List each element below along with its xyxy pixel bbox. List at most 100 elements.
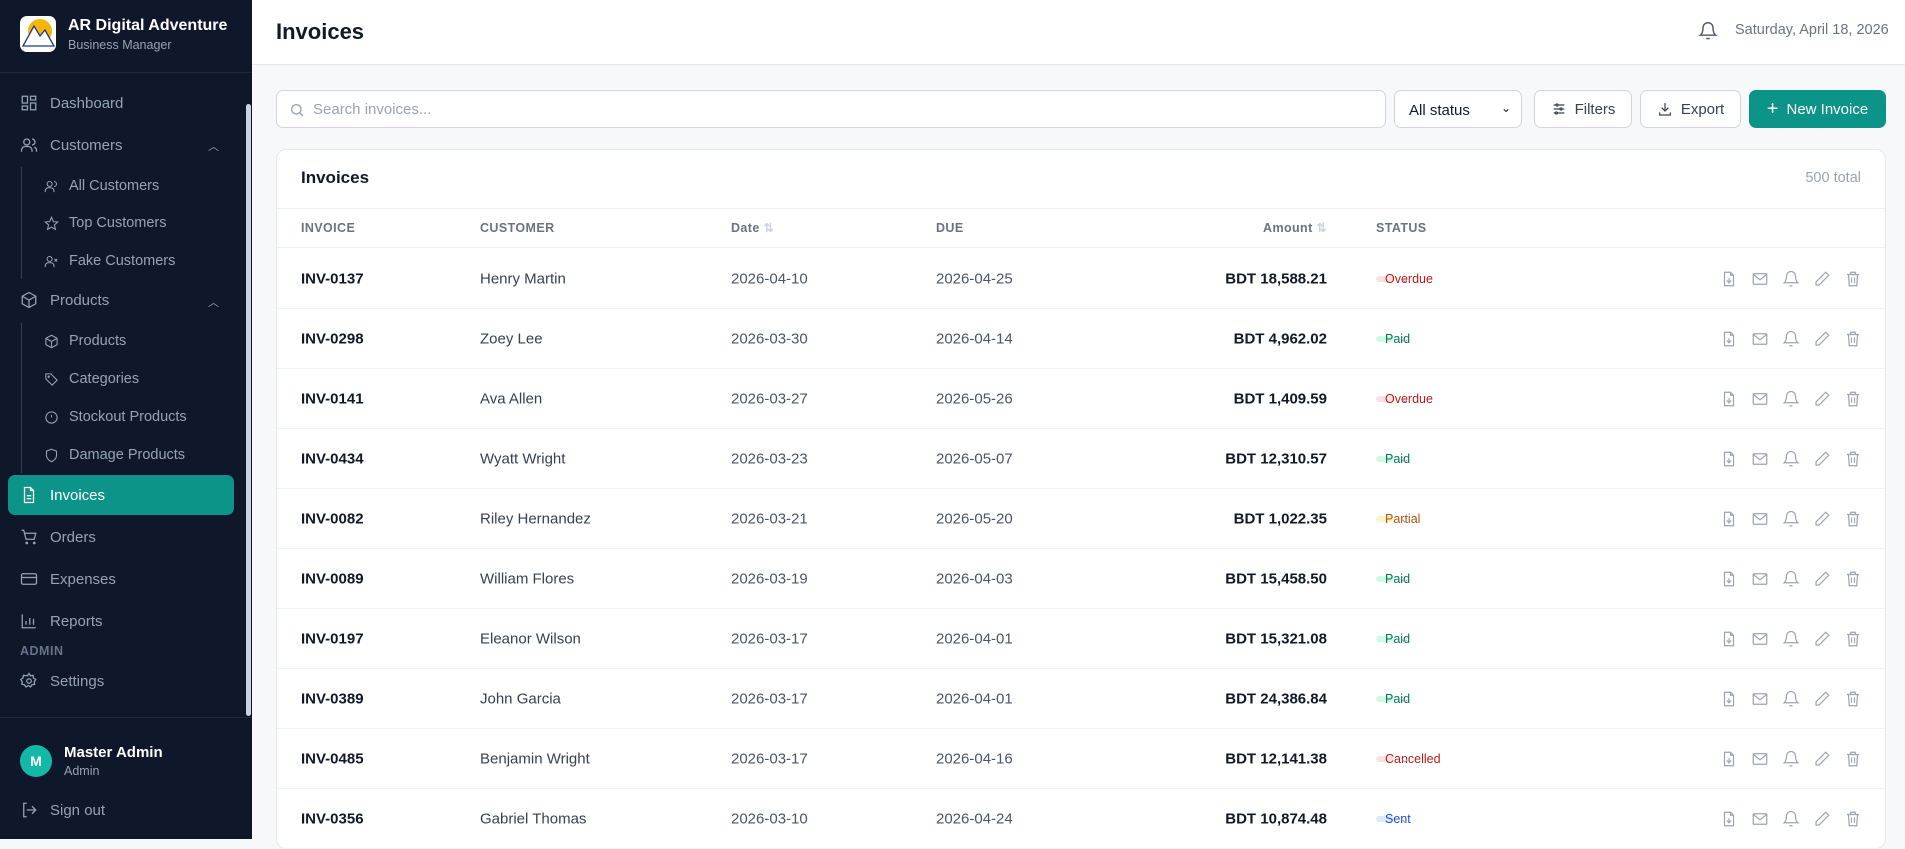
mail-icon[interactable] xyxy=(1751,390,1769,408)
download-pdf-icon[interactable] xyxy=(1720,450,1738,468)
chevron-up-icon[interactable]: ︿ xyxy=(208,294,219,310)
bell-icon[interactable] xyxy=(1782,630,1800,648)
trash-icon[interactable] xyxy=(1844,630,1862,648)
bell-icon[interactable] xyxy=(1782,810,1800,828)
bell-icon[interactable] xyxy=(1698,21,1718,41)
table-row[interactable]: INV-0089 William Flores 2026-03-19 2026-… xyxy=(277,549,1885,609)
sidebar-item-reports[interactable]: Reports xyxy=(20,609,103,633)
download-pdf-icon[interactable] xyxy=(1720,390,1738,408)
invoice-id[interactable]: INV-0356 xyxy=(301,810,364,827)
sidebar-item-damage-products[interactable]: Damage Products xyxy=(44,443,185,467)
edit-icon[interactable] xyxy=(1813,450,1831,468)
sign-out-button[interactable]: Sign out xyxy=(20,798,105,822)
sidebar-item-settings[interactable]: Settings xyxy=(20,669,104,693)
status-badge[interactable]: Paid ⌄ xyxy=(1376,331,1410,346)
edit-icon[interactable] xyxy=(1813,630,1831,648)
status-badge[interactable]: Sent ⌄ xyxy=(1376,811,1411,826)
sidebar-scrollbar[interactable] xyxy=(246,104,251,716)
download-pdf-icon[interactable] xyxy=(1720,270,1738,288)
mail-icon[interactable] xyxy=(1751,690,1769,708)
trash-icon[interactable] xyxy=(1844,510,1862,528)
filters-button[interactable]: Filters xyxy=(1534,90,1632,128)
invoice-id[interactable]: INV-0089 xyxy=(301,570,364,587)
bell-icon[interactable] xyxy=(1782,750,1800,768)
table-row[interactable]: INV-0434 Wyatt Wright 2026-03-23 2026-05… xyxy=(277,429,1885,489)
download-pdf-icon[interactable] xyxy=(1720,810,1738,828)
mail-icon[interactable] xyxy=(1751,750,1769,768)
trash-icon[interactable] xyxy=(1844,450,1862,468)
sidebar-item-fake-customers[interactable]: Fake Customers xyxy=(44,249,175,273)
download-pdf-icon[interactable] xyxy=(1720,750,1738,768)
table-row[interactable]: INV-0389 John Garcia 2026-03-17 2026-04-… xyxy=(277,669,1885,729)
status-badge[interactable]: Paid ⌄ xyxy=(1376,691,1410,706)
invoice-id[interactable]: INV-0197 xyxy=(301,630,364,647)
trash-icon[interactable] xyxy=(1844,330,1862,348)
bell-icon[interactable] xyxy=(1782,450,1800,468)
bell-icon[interactable] xyxy=(1782,570,1800,588)
bell-icon[interactable] xyxy=(1782,330,1800,348)
edit-icon[interactable] xyxy=(1813,810,1831,828)
col-date[interactable]: Date ⇅ xyxy=(731,221,774,235)
bell-icon[interactable] xyxy=(1782,270,1800,288)
mail-icon[interactable] xyxy=(1751,270,1769,288)
status-badge[interactable]: Overdue ⌄ xyxy=(1376,271,1433,286)
bell-icon[interactable] xyxy=(1782,390,1800,408)
search-input[interactable]: Search invoices... xyxy=(276,90,1386,128)
invoice-id[interactable]: INV-0082 xyxy=(301,510,364,527)
sidebar-item-stockout-products[interactable]: Stockout Products xyxy=(44,405,187,429)
download-pdf-icon[interactable] xyxy=(1720,690,1738,708)
edit-icon[interactable] xyxy=(1813,510,1831,528)
table-row[interactable]: INV-0141 Ava Allen 2026-03-27 2026-05-26… xyxy=(277,369,1885,429)
sidebar-item-categories[interactable]: Categories xyxy=(44,367,139,391)
mail-icon[interactable] xyxy=(1751,510,1769,528)
bell-icon[interactable] xyxy=(1782,690,1800,708)
trash-icon[interactable] xyxy=(1844,270,1862,288)
sidebar-item-orders[interactable]: Orders xyxy=(20,525,96,549)
sidebar-item-products[interactable]: Products xyxy=(20,288,109,312)
download-pdf-icon[interactable] xyxy=(1720,570,1738,588)
mail-icon[interactable] xyxy=(1751,330,1769,348)
edit-icon[interactable] xyxy=(1813,330,1831,348)
table-row[interactable]: INV-0197 Eleanor Wilson 2026-03-17 2026-… xyxy=(277,609,1885,669)
sidebar-item-all-customers[interactable]: All Customers xyxy=(44,174,159,198)
edit-icon[interactable] xyxy=(1813,750,1831,768)
sidebar-item-dashboard[interactable]: Dashboard xyxy=(20,91,123,115)
sidebar-item-expenses[interactable]: Expenses xyxy=(20,567,116,591)
mail-icon[interactable] xyxy=(1751,450,1769,468)
invoice-id[interactable]: INV-0389 xyxy=(301,690,364,707)
invoice-id[interactable]: INV-0298 xyxy=(301,330,364,347)
mail-icon[interactable] xyxy=(1751,810,1769,828)
invoice-id[interactable]: INV-0434 xyxy=(301,450,364,467)
status-badge[interactable]: Overdue ⌄ xyxy=(1376,391,1433,406)
download-pdf-icon[interactable] xyxy=(1720,510,1738,528)
status-badge[interactable]: Paid ⌄ xyxy=(1376,571,1410,586)
table-row[interactable]: INV-0298 Zoey Lee 2026-03-30 2026-04-14 … xyxy=(277,309,1885,369)
status-badge[interactable]: Partial ⌄ xyxy=(1376,511,1420,526)
status-badge[interactable]: Paid ⌄ xyxy=(1376,631,1410,646)
mail-icon[interactable] xyxy=(1751,630,1769,648)
status-select[interactable]: All status ⌄ xyxy=(1394,90,1522,128)
trash-icon[interactable] xyxy=(1844,570,1862,588)
table-row[interactable]: INV-0137 Henry Martin 2026-04-10 2026-04… xyxy=(277,249,1885,309)
chevron-up-icon[interactable]: ︿ xyxy=(208,138,219,154)
mail-icon[interactable] xyxy=(1751,570,1769,588)
new-invoice-button[interactable]: + New Invoice xyxy=(1749,90,1886,128)
edit-icon[interactable] xyxy=(1813,570,1831,588)
invoice-id[interactable]: INV-0485 xyxy=(301,750,364,767)
trash-icon[interactable] xyxy=(1844,750,1862,768)
sidebar-item-customers[interactable]: Customers xyxy=(20,133,123,157)
avatar[interactable]: M xyxy=(20,745,52,777)
download-pdf-icon[interactable] xyxy=(1720,330,1738,348)
trash-icon[interactable] xyxy=(1844,390,1862,408)
invoice-id[interactable]: INV-0137 xyxy=(301,270,364,287)
sidebar-item-products-list[interactable]: Products xyxy=(44,329,126,353)
invoice-id[interactable]: INV-0141 xyxy=(301,390,364,407)
edit-icon[interactable] xyxy=(1813,390,1831,408)
table-row[interactable]: INV-0356 Gabriel Thomas 2026-03-10 2026-… xyxy=(277,789,1885,849)
sidebar-item-top-customers[interactable]: Top Customers xyxy=(44,211,167,235)
status-badge[interactable]: Cancelled ⌄ xyxy=(1376,751,1441,766)
bell-icon[interactable] xyxy=(1782,510,1800,528)
edit-icon[interactable] xyxy=(1813,690,1831,708)
export-button[interactable]: Export xyxy=(1640,90,1741,128)
edit-icon[interactable] xyxy=(1813,270,1831,288)
